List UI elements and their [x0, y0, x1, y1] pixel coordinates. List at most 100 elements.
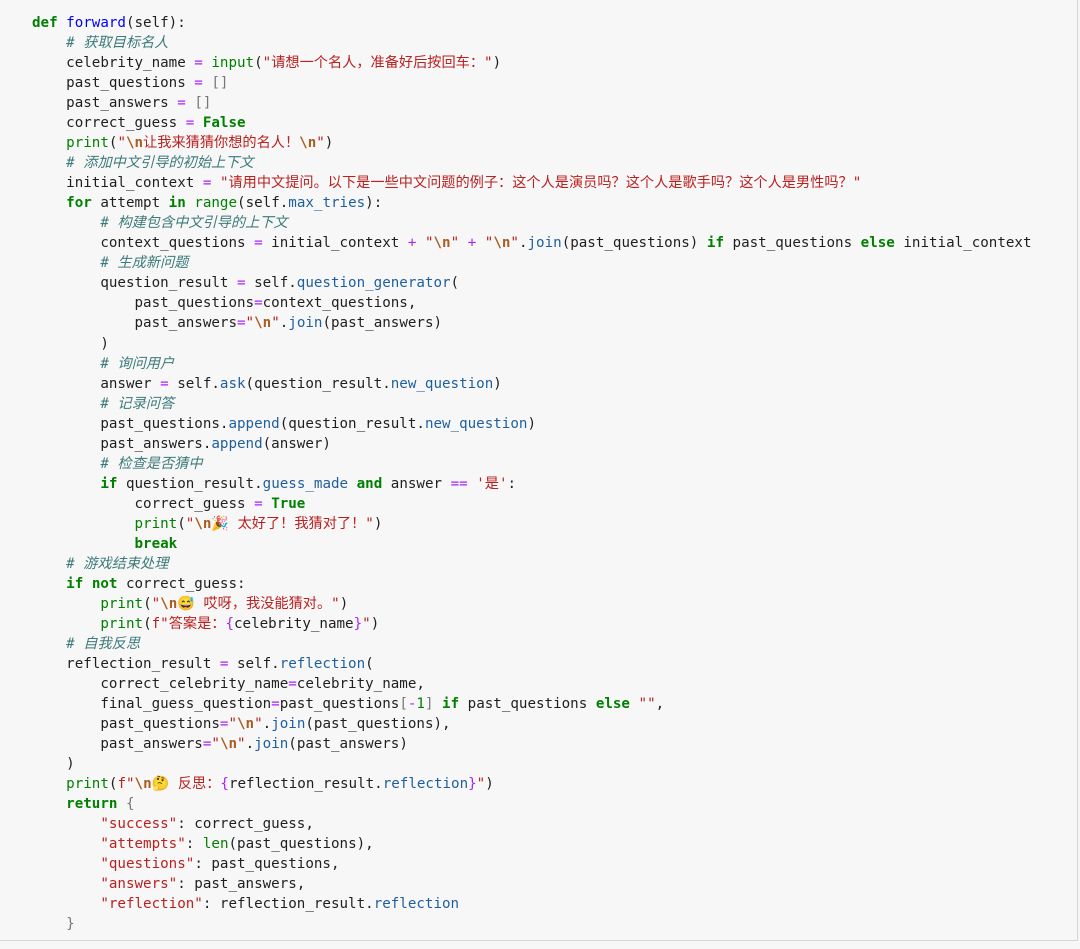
code-line: "success": correct_guess, [32, 814, 1032, 834]
code-token-string: "success" [100, 816, 178, 833]
code-token-string: " [424, 235, 434, 252]
code-line: past_questions.append(question_result.ne… [32, 414, 1032, 434]
code-token-attribute: max_tries [288, 195, 366, 212]
code-token-comment: # 检查是否猜中 [100, 455, 203, 472]
code-token-string: " [450, 235, 460, 252]
code-token-code-text [32, 476, 100, 492]
code-line: break [32, 534, 1032, 554]
code-token-code-text: correct_celebrity_name [32, 676, 289, 693]
code-token-keyword: True [271, 495, 306, 512]
code-token-string: "请想一个名人，准备好后按回车：" [262, 55, 493, 72]
code-token-code-text [32, 556, 66, 572]
code-token-code-text: answer [32, 375, 161, 392]
code-token-keyword: return [66, 796, 118, 813]
code-token-punctuation: ) [492, 55, 502, 72]
code-token-punctuation: ) [493, 375, 502, 392]
code-token-bracket: ] [424, 696, 434, 713]
code-token-operator: == [450, 475, 468, 492]
code-token-bracket: [] [194, 95, 212, 112]
code-token-string: " [476, 776, 486, 793]
code-token-punctuation: (question_result. [245, 375, 391, 392]
code-token-builtin: print [66, 776, 109, 793]
code-token-escape-sequence: \n [493, 235, 511, 252]
code-token-keyword: break [134, 535, 178, 552]
code-line: # 自我反思 [32, 634, 1032, 654]
code-token-attribute: question_generator [296, 275, 451, 292]
code-token-code-text: past_answers [32, 315, 237, 332]
code-token-code-text [476, 235, 485, 251]
code-line: "answers": past_answers, [32, 874, 1032, 894]
code-token-attribute: guess_made [262, 475, 349, 492]
code-line: # 构建包含中文引导的上下文 [32, 213, 1032, 233]
code-token-code-text: past_questions [459, 696, 596, 713]
code-token-escape-sequence: \n [237, 716, 255, 733]
code-line: if question_result.guess_made and answer… [32, 474, 1032, 494]
code-token-string: 让我来猜猜你想的名人！ [143, 135, 300, 152]
code-line: reflection_result = self.reflection( [32, 654, 1032, 674]
code-line: print("\n😅 哎呀，我没能猜对。") [32, 594, 1032, 614]
code-token-keyword: in [168, 195, 186, 212]
code-token-operator: } [468, 776, 477, 793]
code-token-string: " [271, 315, 280, 332]
code-cell[interactable]: def forward(self): # 获取目标名人 celebrity_na… [0, 0, 1078, 941]
code-token-punctuation: ) [527, 415, 536, 432]
code-token-code-text: self. [228, 656, 280, 672]
code-token-escape-sequence: \n [254, 315, 272, 332]
code-line: past_answers.append(answer) [32, 434, 1032, 454]
code-token-code-text [348, 476, 357, 492]
code-token-escape-sequence: \n [134, 776, 152, 793]
code-token-attribute: reflection [373, 896, 460, 913]
code-token-operator: = [254, 495, 263, 512]
code-token-code-text: self. [245, 275, 297, 292]
code-editor[interactable]: def forward(self): # 获取目标名人 celebrity_na… [32, 13, 1032, 934]
code-token-string: " [245, 315, 255, 332]
code-token-bracket: [] [211, 75, 229, 92]
code-line: print(f"答案是：{celebrity_name}") [32, 614, 1032, 634]
code-token-punctuation: . [279, 315, 289, 332]
code-token-code-text [630, 696, 639, 712]
code-token-punctuation: ( [177, 515, 186, 532]
code-token-code-text: initial_context [894, 235, 1032, 252]
code-token-code-text [32, 856, 100, 872]
code-token-keyword: def [32, 15, 58, 31]
code-token-code-text [32, 35, 66, 51]
code-token-attribute: new_question [390, 375, 494, 392]
code-token-escape-sequence: \n [299, 135, 317, 152]
code-line: print("\n🎉 太好了！我猜对了！") [32, 514, 1032, 534]
code-token-punctuation: (past_questions), [228, 836, 374, 853]
code-line: correct_guess = False [32, 113, 1032, 133]
code-token-string: 😅 哎呀，我没能猜对。" [177, 595, 340, 612]
code-token-code-text: past_questions [32, 75, 195, 92]
code-token-code-text: question_result. [117, 475, 263, 492]
code-token-punctuation: ( [143, 595, 152, 612]
code-line: context_questions = initial_context + "\… [32, 233, 1032, 253]
code-line: # 添加中文引导的初始上下文 [32, 153, 1032, 173]
code-token-comment: # 生成新问题 [100, 255, 189, 272]
code-token-code-text: past_questions [32, 295, 255, 312]
code-line: ) [32, 754, 1032, 774]
code-line: # 生成新问题 [32, 253, 1032, 273]
code-token-code-text: past_answers [32, 736, 203, 753]
code-token-punctuation: ) [485, 776, 494, 793]
code-token-code-text: answer [382, 475, 451, 492]
code-token-punctuation: , [655, 696, 665, 713]
code-token-string: 🎉 太好了！我猜对了！" [211, 515, 374, 532]
code-token-keyword: if [706, 235, 724, 252]
code-token-code-text [32, 836, 100, 852]
code-token-code-text: correct_guess [32, 115, 186, 132]
code-token-keyword: not [91, 575, 118, 592]
code-token-escape-sequence: \n [125, 135, 144, 152]
code-token-comment: # 询问用户 [100, 355, 175, 372]
code-line: # 检查是否猜中 [32, 454, 1032, 474]
code-token-operator: { [225, 615, 234, 632]
code-token-code-text [32, 596, 100, 612]
code-token-punctuation: ( [365, 656, 374, 672]
code-line: } [32, 914, 1032, 934]
code-token-comment: # 游戏结束处理 [66, 555, 169, 572]
code-token-attribute: join [254, 736, 289, 753]
code-token-bracket: [ [399, 696, 408, 713]
code-token-code-text: past_questions. [32, 415, 229, 432]
code-line: # 记录问答 [32, 394, 1032, 414]
code-token-string: " [228, 716, 238, 733]
code-line: # 游戏结束处理 [32, 554, 1032, 574]
